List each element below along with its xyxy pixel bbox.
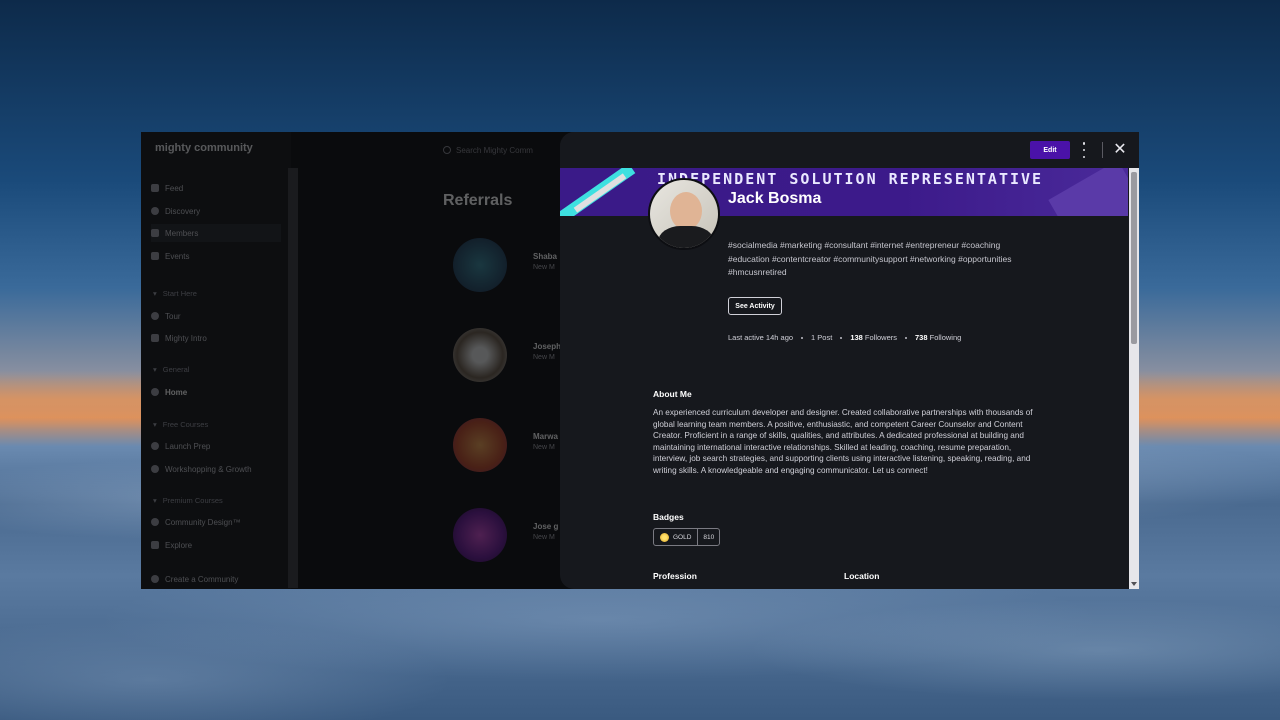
member-card[interactable]: Jose g New M — [443, 502, 563, 572]
search-icon — [443, 146, 451, 154]
chevron-down-icon: ▾ — [153, 496, 157, 505]
course-icon — [151, 518, 159, 526]
tour-icon — [151, 312, 159, 320]
profession-title: Profession — [653, 571, 697, 581]
people-icon — [151, 229, 159, 237]
search-bar[interactable]: Search Mighty Comm — [443, 142, 563, 158]
sidebar-item-events[interactable]: Events — [151, 247, 281, 265]
last-active: Last active 14h ago — [728, 333, 794, 342]
panel-header: Edit ✕ — [560, 132, 1139, 168]
avatar — [453, 508, 507, 562]
course-icon — [151, 465, 159, 473]
edit-button[interactable]: Edit — [1030, 141, 1070, 159]
sidebar: mighty community Feed Discovery Members … — [141, 132, 291, 589]
sidebar-item-workshopping[interactable]: Workshopping & Growth — [151, 460, 281, 478]
coin-icon — [660, 532, 669, 542]
home-icon — [151, 388, 159, 396]
profile-avatar — [648, 178, 720, 250]
followers-link[interactable]: 138 Followers — [850, 333, 897, 342]
scrollbar-thumb[interactable] — [1131, 172, 1137, 344]
avatar — [453, 418, 507, 472]
badges-title: Badges — [653, 512, 684, 522]
explore-icon — [151, 541, 159, 549]
close-icon[interactable]: ✕ — [1112, 142, 1128, 158]
location-title: Location — [844, 571, 880, 581]
sidebar-item-members[interactable]: Members — [151, 224, 281, 242]
group-premium-courses[interactable]: ▾ Premium Courses — [153, 496, 223, 505]
gold-badge[interactable]: GOLD 810 — [653, 528, 721, 546]
sidebar-item-explore[interactable]: Explore — [151, 536, 281, 554]
sidebar-item-feed[interactable]: Feed — [151, 179, 281, 197]
about-title: About Me — [653, 389, 692, 399]
more-options-icon[interactable] — [1080, 142, 1088, 158]
sidebar-item-discovery[interactable]: Discovery — [151, 202, 281, 220]
group-general[interactable]: ▾ General — [153, 365, 189, 374]
create-community-link[interactable]: Create a Community — [151, 570, 281, 588]
banner-corner — [1048, 168, 1128, 216]
member-card[interactable]: Shaba New M — [443, 232, 563, 302]
avatar — [453, 328, 507, 382]
avatar — [453, 238, 507, 292]
feed-icon — [151, 184, 159, 192]
profile-panel: Edit ✕ INDEPENDENT SOLUTION REPRESENTATI… — [560, 132, 1139, 589]
panel-scrollbar[interactable] — [1129, 168, 1139, 589]
plus-icon — [151, 575, 159, 583]
profile-stats: Last active 14h ago 1 Post 138 Followers… — [728, 333, 961, 342]
see-activity-button[interactable]: See Activity — [728, 297, 782, 315]
compass-icon — [151, 207, 159, 215]
sidebar-item-community-design[interactable]: Community Design™ — [151, 513, 281, 531]
sidebar-item-home[interactable]: Home — [151, 383, 281, 401]
page-title: Referrals — [443, 192, 513, 209]
banner-stripe — [573, 173, 627, 213]
member-card[interactable]: Marwa New M — [443, 412, 563, 482]
profile-name: Jack Bosma — [728, 190, 822, 207]
sidebar-item-launch-prep[interactable]: Launch Prep — [151, 437, 281, 455]
header-divider — [1102, 142, 1103, 158]
scroll-down-icon[interactable] — [1131, 582, 1137, 586]
following-link[interactable]: 738 Following — [915, 333, 961, 342]
sidebar-item-tour[interactable]: Tour — [151, 307, 281, 325]
member-card[interactable]: Joseph New M — [443, 322, 563, 392]
chevron-down-icon: ▾ — [153, 289, 157, 298]
profile-banner: INDEPENDENT SOLUTION REPRESENTATIVE Jack… — [560, 168, 1128, 216]
chevron-down-icon: ▾ — [153, 420, 157, 429]
group-start-here[interactable]: ▾ Start Here — [153, 289, 197, 298]
app-logo: mighty community — [155, 142, 253, 154]
group-free-courses[interactable]: ▾ Free Courses — [153, 420, 208, 429]
intro-icon — [151, 334, 159, 342]
course-icon — [151, 442, 159, 450]
chevron-down-icon: ▾ — [153, 365, 157, 374]
about-text: An experienced curriculum developer and … — [653, 408, 1033, 475]
sidebar-item-mighty-intro[interactable]: Mighty Intro — [151, 329, 281, 347]
post-count[interactable]: 1 Post — [811, 333, 832, 342]
sidebar-scrollbar[interactable] — [288, 168, 298, 588]
profile-tags: #socialmedia #marketing #consultant #int… — [728, 240, 1012, 277]
calendar-icon — [151, 252, 159, 260]
